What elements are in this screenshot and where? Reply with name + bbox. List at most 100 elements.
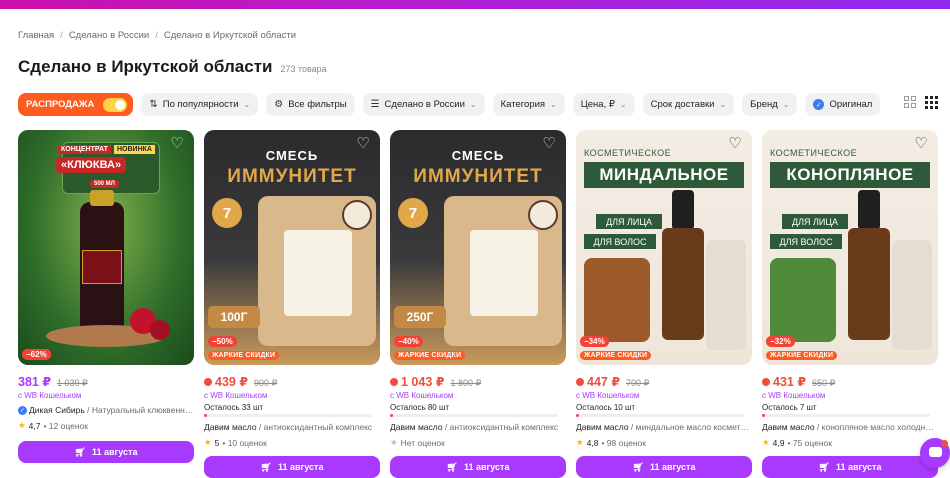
add-to-cart-button[interactable]: 🛒︎ 11 августа (204, 456, 380, 478)
delivery-date: 11 августа (835, 462, 882, 472)
new-tag: НОВИНКА (114, 145, 155, 154)
heart-icon[interactable]: ♡ (912, 135, 930, 153)
reviews-count: Нет оценок (400, 437, 445, 448)
face-tag: ДЛЯ ЛИЦА (596, 214, 662, 229)
chevron-down-icon: ⌄ (782, 100, 790, 109)
product-title: / антиоксидантный комплекс (442, 422, 559, 432)
grid-small-view-icon[interactable] (925, 96, 938, 109)
breadcrumb-item: Сделано в Иркутской области (163, 30, 297, 41)
weight-tag: 250Г (394, 306, 446, 328)
delivery-dropdown[interactable]: Срок доставки ⌄ (642, 93, 735, 116)
category-label: Категория (500, 99, 546, 110)
discount-badge: −62% (22, 349, 51, 360)
stock-left: Осталось 10 шт (576, 403, 636, 412)
current-price: 431 ₽ (762, 374, 806, 389)
grid-large-view-icon[interactable] (904, 96, 916, 108)
price-dropdown[interactable]: Цена, ₽ ⌄ (572, 93, 635, 116)
add-to-cart-button[interactable]: 🛒︎ 11 августа (18, 441, 194, 464)
discount-badge: −40% (394, 336, 423, 347)
delivery-label: Срок доставки (650, 99, 715, 110)
page-header: Сделано в Иркутской области 273 товара (18, 57, 327, 77)
product-name[interactable]: Давим масло / конопляное масло холодного… (762, 422, 938, 432)
heart-icon[interactable]: ♡ (540, 135, 558, 153)
product-title: / конопляное масло холодного отжима (816, 422, 938, 432)
product-image-subtitle: ИММУНИТЕТ (227, 166, 357, 187)
rating-value: 5 (214, 437, 220, 448)
wallet-dot-icon (390, 377, 398, 386)
stock-left: Осталось 7 шт (762, 403, 817, 412)
product-box-illustration (706, 240, 746, 350)
stock-bar (204, 414, 372, 417)
stock-bar (576, 414, 744, 417)
brand-name: Давим масло (204, 422, 257, 432)
reviews-count: • 98 оценок (601, 437, 646, 448)
product-name[interactable]: Давим масло / антиоксидантный комплекс (204, 422, 380, 432)
hot-sale-badge: ЖАРКИЕ СКИДКИ (580, 351, 652, 360)
stock-bar-fill (204, 414, 207, 417)
product-image[interactable]: КОСМЕТИЧЕСКОЕ МИНДАЛЬНОЕ ДЛЯ ЛИЦА ДЛЯ ВО… (576, 130, 752, 365)
price-label: Цена, ₽ (580, 99, 615, 110)
chat-button[interactable] (920, 438, 950, 468)
product-grid: КОНЦЕНТРАТ НОВИНКА «КЛЮКВА» 500 МЛ ♡ −62… (18, 130, 938, 478)
product-card[interactable]: КОСМЕТИЧЕСКОЕ МИНДАЛЬНОЕ ДЛЯ ЛИЦА ДЛЯ ВО… (576, 130, 752, 478)
sort-dropdown[interactable]: ⇅ По популярности ⌄ (141, 93, 259, 116)
product-image[interactable]: СМЕСЬ ИММУНИТЕТ 7 100Г ♡ −50% ЖАРКИЕ СКИ… (204, 130, 380, 365)
brand-name: Давим масло (576, 422, 629, 432)
volume-tag: 500 МЛ (90, 180, 119, 188)
page-title: Сделано в Иркутской области (18, 57, 273, 76)
made-in-label: Сделано в России (384, 99, 465, 110)
chevron-down-icon: ⌄ (243, 100, 251, 109)
list-icon: ☰ (370, 99, 380, 110)
product-name[interactable]: Давим масло / миндальное масло косметиче… (576, 422, 752, 432)
star-icon: ★ (204, 437, 212, 447)
star-icon: ★ (390, 437, 398, 447)
hot-sale-badge: ЖАРКИЕ СКИДКИ (394, 351, 466, 360)
sale-filter-toggle[interactable]: РАСПРОДАЖА (18, 93, 134, 116)
add-to-cart-button[interactable]: 🛒︎ 11 августа (390, 456, 566, 478)
ingredients-count-icon: 7 (212, 198, 242, 228)
reviews-count: • 75 оценок (787, 437, 832, 448)
dropper-icon (672, 190, 694, 230)
wallet-dot-icon (204, 377, 212, 386)
chevron-down-icon: ⌄ (719, 100, 727, 109)
product-image-subtitle: МИНДАЛЬНОЕ (584, 162, 744, 188)
price-row: 1 043 ₽ 1 800 ₽ (390, 374, 566, 389)
all-filters-button[interactable]: ⚙ Все фильтры (266, 93, 355, 116)
check-badge-icon: ✓ (813, 99, 825, 110)
heart-icon[interactable]: ♡ (726, 135, 744, 153)
almond-photo (584, 258, 650, 342)
wallet-note: с WB Кошельком (576, 391, 640, 400)
add-to-cart-button[interactable]: 🛒︎ 11 августа (576, 456, 752, 478)
original-filter[interactable]: ✓ Оригинал (805, 93, 881, 116)
wallet-dot-icon (576, 377, 584, 386)
heart-icon[interactable]: ♡ (354, 135, 372, 153)
product-card[interactable]: СМЕСЬ ИММУНИТЕТ 7 250Г ♡ −40% ЖАРКИЕ СКИ… (390, 130, 566, 478)
product-name[interactable]: Давим масло / антиоксидантный комплекс (390, 422, 566, 432)
heart-icon[interactable]: ♡ (168, 135, 186, 153)
rating: ★ 4,7 • 12 оценок (18, 420, 194, 431)
product-image-subtitle: ИММУНИТЕТ (413, 166, 543, 187)
made-in-dropdown[interactable]: ☰ Сделано в России ⌄ (362, 93, 485, 116)
cart-icon: 🛒︎ (74, 446, 86, 457)
product-name[interactable]: ✓Дикая Сибирь / Натуральный клюквенный к… (18, 405, 194, 416)
breadcrumb-item[interactable]: Сделано в России (69, 30, 149, 41)
product-image[interactable]: СМЕСЬ ИММУНИТЕТ 7 250Г ♡ −40% ЖАРКИЕ СКИ… (390, 130, 566, 365)
brand-name: Давим масло (390, 422, 443, 432)
breadcrumb-item[interactable]: Главная (18, 30, 54, 41)
product-card[interactable]: КОСМЕТИЧЕСКОЕ КОНОПЛЯНОЕ ДЛЯ ЛИЦА ДЛЯ ВО… (762, 130, 938, 478)
toggle-switch-icon[interactable] (103, 97, 128, 112)
all-filters-label: Все фильтры (288, 99, 347, 110)
stock-bar-fill (762, 414, 765, 417)
add-to-cart-button[interactable]: 🛒︎ 11 августа (762, 456, 938, 478)
product-card[interactable]: КОНЦЕНТРАТ НОВИНКА «КЛЮКВА» 500 МЛ ♡ −62… (18, 130, 194, 478)
product-image[interactable]: КОСМЕТИЧЕСКОЕ КОНОПЛЯНОЕ ДЛЯ ЛИЦА ДЛЯ ВО… (762, 130, 938, 365)
product-card[interactable]: СМЕСЬ ИММУНИТЕТ 7 100Г ♡ −50% ЖАРКИЕ СКИ… (204, 130, 380, 478)
category-dropdown[interactable]: Категория ⌄ (492, 93, 565, 116)
hair-tag: ДЛЯ ВОЛОС (584, 234, 656, 249)
rating-value: 4,8 (586, 437, 599, 448)
current-price: 439 ₽ (204, 374, 248, 389)
brand-dropdown[interactable]: Бренд ⌄ (742, 93, 798, 116)
product-image[interactable]: КОНЦЕНТРАТ НОВИНКА «КЛЮКВА» 500 МЛ ♡ −62… (18, 130, 194, 365)
wallet-dot-icon (762, 377, 770, 386)
cart-icon: 🛒︎ (818, 461, 830, 472)
